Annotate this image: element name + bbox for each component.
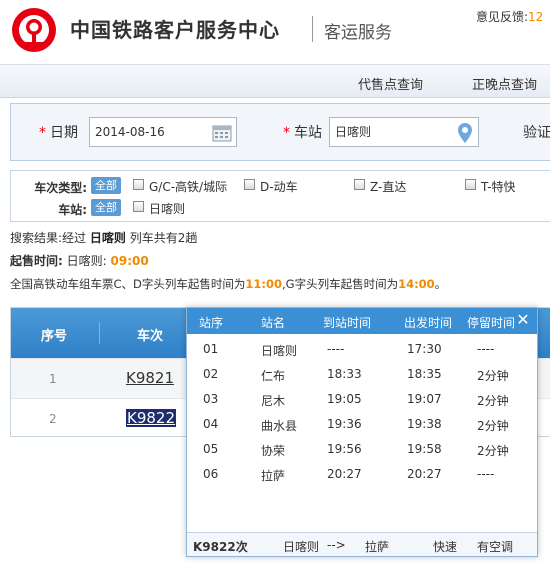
stop-stay: 2分钟 [477,369,509,383]
stop-row: 02 仁布 18:33 18:35 2分钟 [187,363,537,387]
stop-stay: 2分钟 [477,444,509,458]
feedback-link[interactable]: 意见反馈:12 [476,8,543,25]
brand-title: 中国铁路客户服务中心 [70,18,280,42]
footer-from: 日喀则 [283,540,320,554]
checkbox-gc[interactable] [133,179,144,190]
brand-subtitle: 客运服务 [324,23,392,43]
stop-row: 03 尼木 19:05 19:07 2分钟 [187,388,537,412]
station-all-button[interactable]: 全部 [91,199,121,216]
stop-row: 05 协荣 19:56 19:58 2分钟 [187,438,537,462]
row-index: 1 [49,372,57,386]
close-icon[interactable]: ✕ [515,311,531,329]
stop-depart: 19:38 [407,417,442,431]
station-filter: 车站: 全部 日喀则 [11,199,550,219]
stop-name: 协荣 [261,444,286,458]
stop-arrive: ---- [327,342,345,356]
stop-row: 06 拉萨 20:27 20:27 ---- [187,463,537,487]
popup-col-depart: 出发时间 [404,316,453,330]
train-stops-popup: 站序 站名 到站时间 出发时间 停留时间 ✕ 01 日喀则 ---- 17:30 ---… [186,307,538,557]
search-panel: * 日期 2014-08-16 * 车站 日喀则 验证 [10,103,550,161]
stop-seq: 02 [203,367,219,381]
stop-name: 拉萨 [261,469,286,483]
stop-seq: 06 [203,467,219,481]
station-input[interactable]: 日喀则 [329,117,479,147]
stop-row: 04 曲水县 19:36 19:38 2分钟 [187,413,537,437]
checkbox-t[interactable] [465,179,476,190]
feedback-count: 12 [528,10,544,24]
train-number-link[interactable]: K9821 [126,369,174,387]
checkbox-gc-label: G/C-高铁/城际 [149,180,228,194]
nav-agent-query[interactable]: 代售点查询 [358,74,423,93]
footer-train: K9822次 [193,540,248,554]
column-header-train: 车次 [137,329,164,344]
stop-name: 尼木 [261,394,286,408]
stop-stay: ---- [477,467,495,481]
popup-header: 站序 站名 到站时间 出发时间 停留时间 ✕ [187,308,537,334]
stop-stay: 2分钟 [477,419,509,433]
popup-col-arrive: 到站时间 [323,316,372,330]
stop-depart: 19:07 [407,392,442,406]
stop-depart: 19:58 [407,442,442,456]
checkbox-d[interactable] [244,179,255,190]
stop-seq: 04 [203,417,219,431]
stop-depart: 17:30 [407,342,442,356]
footer-speed: 快速 [433,540,458,554]
popup-col-stay: 停留时间 [467,316,516,330]
stop-depart: 20:27 [407,467,442,481]
stop-arrive: 19:56 [327,442,362,456]
checkbox-station[interactable] [133,201,144,212]
verify-label: 验证 [523,125,550,141]
checkbox-d-label: D-动车 [260,180,298,194]
brand-divider [312,16,313,42]
stop-seq: 05 [203,442,219,456]
stop-arrive: 20:27 [327,467,362,481]
row-index: 2 [49,412,57,426]
checkbox-z-label: Z-直达 [370,180,407,194]
column-header-index: 序号 [41,329,68,344]
stop-seq: 01 [203,342,219,356]
stop-arrive: 19:36 [327,417,362,431]
date-input[interactable]: 2014-08-16 [89,117,237,147]
nav-delay-query[interactable]: 正晚点查询 [472,74,537,93]
train-type-label: 车次类型: [34,181,87,195]
popup-footer: K9822次 日喀则 --> 拉萨 快速 有空调 [187,532,537,556]
train-number-link[interactable]: K9822 [126,409,177,427]
stop-seq: 03 [203,392,219,406]
popup-col-name: 站名 [261,316,286,330]
train-type-filter: 车次类型: 全部 G/C-高铁/城际 D-动车 Z-直达 T-特快 [11,177,550,197]
station-label: * 车站 [283,125,322,141]
site-header: 中国铁路客户服务中心 客运服务 意见反馈:12 [0,0,550,64]
column-divider [99,322,100,344]
footer-to: 拉萨 [365,540,390,554]
search-result-summary: 搜索结果:经过 日喀则 列车共有2趟 [10,231,198,245]
calendar-icon[interactable] [212,124,232,142]
filter-panel: 车次类型: 全部 G/C-高铁/城际 D-动车 Z-直达 T-特快 车站: 全部… [10,170,550,222]
stop-name: 仁布 [261,369,286,383]
stop-row: 01 日喀则 ---- 17:30 ---- [187,338,537,362]
footer-arrow: --> [327,538,346,552]
sale-time: 起售时间: 日喀则: 09:00 [10,254,149,268]
sale-notice: 全国高铁动车组车票C、D字头列车起售时间为11:00,G字头列车起售时间为14:… [10,277,447,291]
railway-logo-icon [12,8,56,52]
stop-stay: 2分钟 [477,394,509,408]
stop-stay: ---- [477,342,495,356]
station-filter-label: 车站: [58,203,87,217]
checkbox-station-label: 日喀则 [149,202,186,216]
location-pin-icon[interactable] [458,123,472,143]
stop-arrive: 19:05 [327,392,362,406]
stop-name: 曲水县 [261,419,298,433]
stop-arrive: 18:33 [327,367,362,381]
date-label: * 日期 [39,125,78,141]
footer-ac: 有空调 [477,540,514,554]
stop-name: 日喀则 [261,344,298,358]
train-type-all-button[interactable]: 全部 [91,177,121,194]
nav-bar: 代售点查询 正晚点查询 [0,64,550,98]
checkbox-t-label: T-特快 [481,180,516,194]
checkbox-z[interactable] [354,179,365,190]
popup-col-seq: 站序 [199,316,224,330]
stop-depart: 18:35 [407,367,442,381]
feedback-label: 意见反馈: [476,10,529,24]
